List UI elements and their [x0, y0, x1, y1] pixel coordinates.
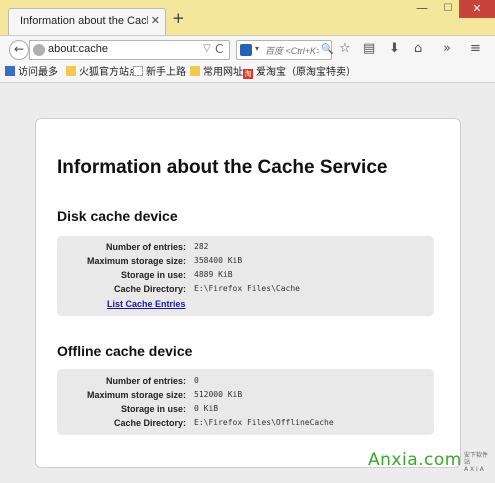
offline-cache-heading: Offline cache device — [57, 343, 193, 359]
maximize-button[interactable]: ☐ — [434, 0, 462, 18]
bookmark-star-icon[interactable]: ☆ — [339, 41, 351, 57]
overflow-chevron-icon[interactable]: » — [443, 41, 451, 57]
url-text[interactable]: about:cache — [48, 43, 108, 55]
detail-row: Storage in use: 4889 KiB — [57, 270, 434, 284]
search-bar[interactable]: 🐾 ▾ 百度 <Ctrl+K> 🔍 — [236, 40, 333, 60]
offline-cache-details: Number of entries: 0 Maximum storage siz… — [57, 369, 434, 435]
list-cache-entries-link[interactable]: List Cache Entries — [107, 299, 186, 309]
detail-row: Maximum storage size: 358400 KiB — [57, 256, 434, 270]
anxia-watermark: Anxia.com 安下软件站 A X I A — [352, 448, 492, 480]
page-content: Information about the Cache Service Disk… — [0, 83, 495, 483]
watermark-subtext: 安下软件站 A X I A — [464, 452, 492, 473]
close-window-button[interactable]: ✕ — [459, 0, 495, 18]
bookmark-label: 访问最多 — [18, 67, 58, 78]
detail-value: 4889 KiB — [194, 270, 233, 279]
url-history-dropdown-icon[interactable]: ▽ — [203, 43, 211, 54]
new-tab-button[interactable]: + — [172, 11, 185, 26]
detail-label: Number of entries: — [105, 376, 186, 386]
globe-icon — [33, 44, 45, 56]
list-entries-row: List Cache Entries — [107, 297, 186, 310]
bookmark-most-visited[interactable]: 访问最多 — [5, 66, 58, 80]
bookmark-firefox-site[interactable]: 火狐官方站点 — [66, 66, 139, 80]
page-icon — [133, 66, 143, 76]
detail-value: 358400 KiB — [194, 256, 243, 265]
search-input[interactable]: 百度 <Ctrl+K> — [265, 44, 319, 57]
detail-label: Number of entries: — [105, 242, 186, 252]
detail-value: 0 — [194, 376, 199, 385]
url-bar[interactable]: about:cache ▽ C — [29, 40, 230, 60]
cache-info-panel: Information about the Cache Service Disk… — [35, 118, 461, 468]
search-icon[interactable]: 🔍 — [321, 44, 333, 55]
search-engine-dropdown-icon[interactable]: ▾ — [255, 44, 259, 53]
bookmarks-bar: 访问最多 火狐官方站点 新手上路 常用网址 淘爱淘宝（原淘宝特卖） — [0, 63, 495, 83]
watermark-subtext-line: 安下软件站 — [464, 452, 489, 466]
bookmark-label: 新手上路 — [146, 67, 186, 78]
disk-cache-details: Number of entries: 282 Maximum storage s… — [57, 236, 434, 316]
bookmark-aitaobao[interactable]: 淘爱淘宝（原淘宝特卖） — [243, 66, 356, 80]
disk-cache-heading: Disk cache device — [57, 208, 178, 224]
tab-title: Information about the Cache S — [20, 15, 148, 27]
detail-row: Number of entries: 282 — [57, 242, 434, 256]
page-title: Information about the Cache Service — [57, 157, 388, 178]
detail-label: Cache Directory: — [113, 284, 186, 294]
folder-icon — [66, 66, 76, 76]
detail-row: Cache Directory: E:\Firefox Files\Cache — [57, 284, 434, 298]
detail-row: Number of entries: 0 — [57, 376, 434, 390]
bookmark-label: 火狐官方站点 — [79, 67, 139, 78]
bookmark-label: 爱淘宝（原淘宝特卖） — [256, 67, 356, 78]
reload-icon[interactable]: C — [215, 42, 223, 56]
download-icon[interactable]: ⬇ — [389, 41, 400, 57]
back-button[interactable]: ← — [9, 40, 29, 60]
tab-cache-info[interactable]: Information about the Cache S ✕ — [8, 8, 166, 35]
watermark-subtext-line: A X I A — [464, 466, 484, 473]
star-icon — [5, 66, 15, 76]
bookmark-common-sites[interactable]: 常用网址 — [190, 66, 243, 80]
navigation-bar: ← about:cache ▽ C 🐾 ▾ 百度 <Ctrl+K> 🔍 ☆ ▤ … — [0, 35, 495, 64]
bookmarks-menu-icon[interactable]: ▤ — [363, 41, 375, 57]
detail-value: 0 KiB — [194, 404, 219, 413]
folder-icon — [190, 66, 200, 76]
bookmark-label: 常用网址 — [203, 67, 243, 78]
bookmark-getting-started[interactable]: 新手上路 — [133, 66, 186, 80]
watermark-text: Anxia.com — [368, 450, 462, 470]
detail-value: E:\Firefox Files\Cache — [194, 284, 300, 293]
detail-label: Maximum storage size: — [86, 390, 186, 400]
detail-value: E:\Firefox Files\OfflineCache — [194, 418, 334, 427]
detail-row: Cache Directory: E:\Firefox Files\Offlin… — [57, 418, 434, 432]
detail-label: Maximum storage size: — [86, 256, 186, 266]
detail-label: Storage in use: — [120, 270, 186, 280]
hamburger-menu-icon[interactable]: ≡ — [470, 41, 481, 57]
title-bar: Information about the Cache S ✕ + — ☐ ✕ — [0, 0, 495, 35]
detail-label: Cache Directory: — [113, 418, 186, 428]
search-engine-icon[interactable]: 🐾 — [240, 44, 252, 56]
detail-value: 512000 KiB — [194, 390, 243, 399]
detail-row: Maximum storage size: 512000 KiB — [57, 390, 434, 404]
detail-value: 282 — [194, 242, 209, 251]
detail-row: Storage in use: 0 KiB — [57, 404, 434, 418]
tab-close-icon[interactable]: ✕ — [151, 14, 160, 27]
taobao-icon: 淘 — [243, 69, 253, 79]
home-icon[interactable]: ⌂ — [414, 41, 422, 57]
detail-label: Storage in use: — [120, 404, 186, 414]
minimize-button[interactable]: — — [408, 0, 436, 18]
